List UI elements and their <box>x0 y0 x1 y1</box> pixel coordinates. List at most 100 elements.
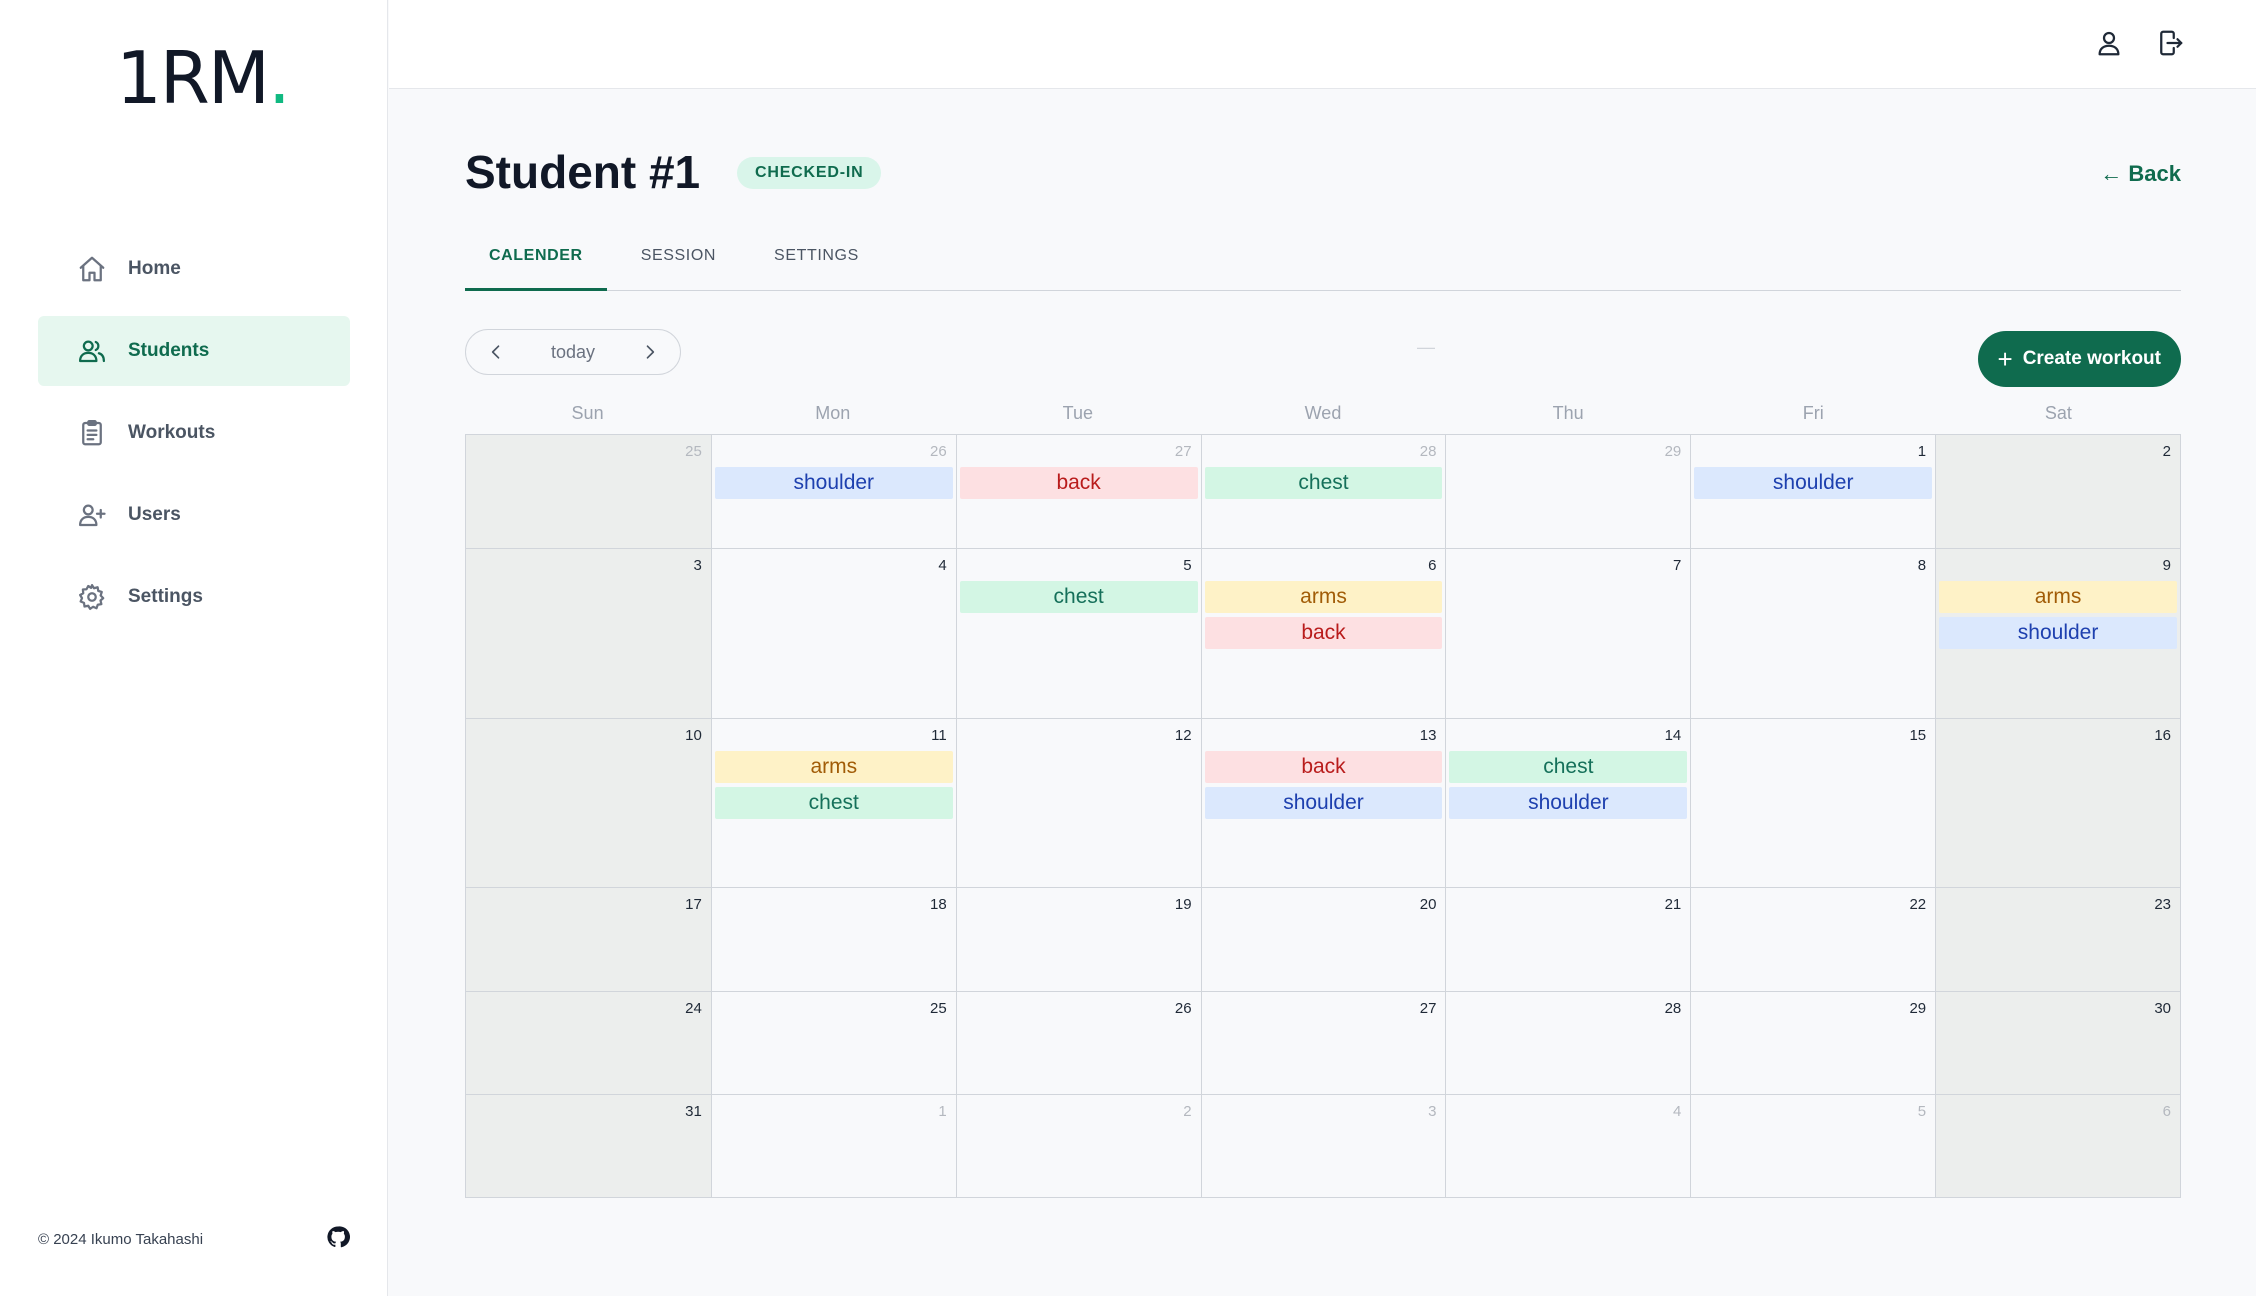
day-number[interactable]: 15 <box>1694 725 1932 749</box>
workout-event-shoulder[interactable]: shoulder <box>1939 617 2177 649</box>
day-number[interactable]: 5 <box>960 555 1198 579</box>
day-number[interactable]: 5 <box>1694 1101 1932 1125</box>
calendar-day-cell[interactable]: 6 <box>1935 1095 2180 1197</box>
day-number[interactable]: 28 <box>1205 441 1443 465</box>
workout-event-back[interactable]: back <box>1204 751 1443 783</box>
day-number[interactable]: 17 <box>469 894 708 918</box>
day-number[interactable]: 3 <box>469 555 708 579</box>
calendar-day-cell[interactable]: 10 <box>466 719 711 887</box>
calendar-day-cell[interactable]: 26 <box>955 992 1201 1094</box>
calendar-day-cell[interactable]: 9 arms shoulder <box>1935 549 2180 718</box>
day-number[interactable]: 19 <box>960 894 1198 918</box>
day-number[interactable]: 28 <box>1449 998 1687 1022</box>
day-number[interactable]: 13 <box>1205 725 1443 749</box>
day-number[interactable]: 26 <box>960 998 1198 1022</box>
workout-event-arms[interactable]: arms <box>714 751 953 783</box>
day-number[interactable]: 14 <box>1449 725 1687 749</box>
day-number[interactable]: 4 <box>715 555 953 579</box>
calendar-day-cell[interactable]: 23 <box>1935 888 2180 991</box>
day-number[interactable]: 12 <box>960 725 1198 749</box>
day-number[interactable]: 25 <box>469 441 708 465</box>
calendar-day-cell[interactable]: 11 arms chest <box>710 719 956 887</box>
calendar-day-cell[interactable]: 24 <box>466 992 711 1094</box>
day-number[interactable]: 22 <box>1694 894 1932 918</box>
calendar-day-cell[interactable]: 13 back shoulder <box>1200 719 1446 887</box>
calendar-day-cell[interactable]: 3 <box>1200 1095 1446 1197</box>
day-number[interactable]: 8 <box>1694 555 1932 579</box>
day-number[interactable]: 4 <box>1449 1101 1687 1125</box>
calendar-day-cell[interactable]: 30 <box>1935 992 2180 1094</box>
calendar-day-cell[interactable]: 25 <box>466 435 711 548</box>
day-number[interactable]: 1 <box>1694 441 1932 465</box>
calendar-day-cell[interactable]: 16 <box>1935 719 2180 887</box>
calendar-day-cell[interactable]: 21 <box>1445 888 1691 991</box>
calendar-day-cell[interactable]: 29 <box>1445 435 1691 548</box>
calendar-day-cell[interactable]: 8 <box>1690 549 1936 718</box>
calendar-day-cell[interactable]: 20 <box>1200 888 1446 991</box>
workout-event-shoulder[interactable]: shoulder <box>714 467 953 499</box>
day-number[interactable]: 6 <box>1939 1101 2177 1125</box>
calendar-day-cell[interactable]: 17 <box>466 888 711 991</box>
github-icon[interactable] <box>326 1225 350 1254</box>
day-number[interactable]: 27 <box>1205 998 1443 1022</box>
workout-event-back[interactable]: back <box>959 467 1198 499</box>
sidebar-item-students[interactable]: Students <box>38 316 350 386</box>
day-number[interactable]: 29 <box>1449 441 1687 465</box>
sidebar-item-workouts[interactable]: Workouts <box>38 398 350 468</box>
calendar-day-cell[interactable]: 26 shoulder <box>710 435 956 548</box>
day-number[interactable]: 27 <box>960 441 1198 465</box>
day-number[interactable]: 7 <box>1449 555 1687 579</box>
workout-event-chest[interactable]: chest <box>714 787 953 819</box>
workout-event-arms[interactable]: arms <box>1204 581 1443 613</box>
tab-session[interactable]: SESSION <box>617 239 740 291</box>
workout-event-arms[interactable]: arms <box>1939 581 2177 613</box>
day-number[interactable]: 21 <box>1449 894 1687 918</box>
create-workout-button[interactable]: + Create workout <box>1977 331 2181 387</box>
calendar-day-cell[interactable]: 1 <box>710 1095 956 1197</box>
sidebar-item-users[interactable]: Users <box>38 480 350 550</box>
back-link[interactable]: ← Back <box>2100 161 2181 187</box>
calendar-day-cell[interactable]: 2 <box>955 1095 1201 1197</box>
calendar-day-cell[interactable]: 5 <box>1690 1095 1936 1197</box>
calendar-day-cell[interactable]: 12 <box>955 719 1201 887</box>
day-number[interactable]: 16 <box>1939 725 2177 749</box>
day-number[interactable]: 20 <box>1205 894 1443 918</box>
calendar-day-cell[interactable]: 5 chest <box>955 549 1201 718</box>
sidebar-item-settings[interactable]: Settings <box>38 562 350 632</box>
day-number[interactable]: 9 <box>1939 555 2177 579</box>
calendar-day-cell[interactable]: 1 shoulder <box>1690 435 1936 548</box>
calendar-day-cell[interactable]: 29 <box>1690 992 1936 1094</box>
day-number[interactable]: 10 <box>469 725 708 749</box>
calendar-day-cell[interactable]: 3 <box>466 549 711 718</box>
day-number[interactable]: 18 <box>715 894 953 918</box>
today-button[interactable]: today <box>551 342 595 363</box>
day-number[interactable]: 1 <box>715 1101 953 1125</box>
day-number[interactable]: 23 <box>1939 894 2177 918</box>
user-icon[interactable] <box>2092 26 2126 60</box>
day-number[interactable]: 25 <box>715 998 953 1022</box>
calendar-day-cell[interactable]: 19 <box>955 888 1201 991</box>
workout-event-chest[interactable]: chest <box>1204 467 1443 499</box>
calendar-day-cell[interactable]: 4 <box>710 549 956 718</box>
day-number[interactable]: 2 <box>960 1101 1198 1125</box>
tab-settings[interactable]: SETTINGS <box>750 239 883 291</box>
day-number[interactable]: 3 <box>1205 1101 1443 1125</box>
day-number[interactable]: 2 <box>1939 441 2177 465</box>
logout-icon[interactable] <box>2153 26 2187 60</box>
calendar-day-cell[interactable]: 2 <box>1935 435 2180 548</box>
day-number[interactable]: 30 <box>1939 998 2177 1022</box>
workout-event-chest[interactable]: chest <box>1449 751 1688 783</box>
day-number[interactable]: 26 <box>715 441 953 465</box>
calendar-day-cell[interactable]: 22 <box>1690 888 1936 991</box>
day-number[interactable]: 11 <box>715 725 953 749</box>
calendar-day-cell[interactable]: 6 arms back <box>1200 549 1446 718</box>
chevron-right-icon[interactable] <box>638 340 662 364</box>
calendar-day-cell[interactable]: 28 <box>1445 992 1691 1094</box>
tab-calender[interactable]: CALENDER <box>465 239 607 291</box>
calendar-day-cell[interactable]: 4 <box>1445 1095 1691 1197</box>
calendar-day-cell[interactable]: 25 <box>710 992 956 1094</box>
calendar-day-cell[interactable]: 28 chest <box>1200 435 1446 548</box>
workout-event-chest[interactable]: chest <box>959 581 1198 613</box>
calendar-day-cell[interactable]: 14 chest shoulder <box>1445 719 1691 887</box>
workout-event-back[interactable]: back <box>1204 617 1443 649</box>
